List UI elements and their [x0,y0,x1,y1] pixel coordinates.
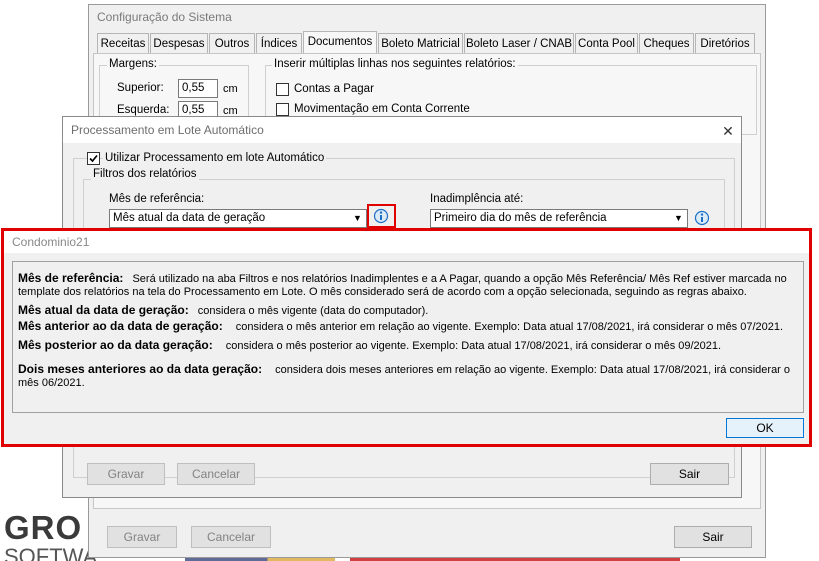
logo-text-main: GRO [4,509,83,546]
help-opt1-text: considera o mês vigente (data do computa… [197,305,429,317]
left-margin-label: Esquerda: [117,104,170,116]
ref-month-value: Mês atual da data de geração [113,212,266,224]
chevron-down-icon[interactable]: ▼ [350,211,365,226]
multi-lines-label: Inserir múltiplas linhas nos seguintes r… [272,58,518,71]
logo-text-sub: SOFTWA [4,546,98,561]
help-opt2-heading: Mês anterior ao da data de geração: [18,319,223,333]
help-dialog-title: Condominio21 [4,231,809,253]
config-cancel-button[interactable]: Cancelar [191,526,271,548]
tab-boleto-laser-cnab[interactable]: Boleto Laser / CNAB [464,33,574,53]
batch-save-button[interactable]: Gravar [87,463,165,485]
tab-receitas[interactable]: Receitas [97,33,149,53]
tab-cheques[interactable]: Cheques [639,33,694,53]
help-opt3-text: considera o mês posterior ao vigente. Ex… [225,340,722,352]
tab-diretorios[interactable]: Diretórios [695,33,755,53]
top-margin-input[interactable]: 0,55 [178,79,218,98]
info-icon[interactable] [694,210,710,226]
checking-account-checkbox[interactable] [276,103,289,116]
help-opt4-text-2: mês 06/2021. [18,377,85,389]
close-icon[interactable]: ✕ [718,121,738,141]
help-opt2-text: considera o mês anterior em relação ao v… [235,321,784,333]
tab-conta-pool[interactable]: Conta Pool [575,33,638,53]
tab-outros[interactable]: Outros [209,33,255,53]
info-icon[interactable] [367,204,396,228]
margins-label: Margens: [107,58,159,71]
use-batch-checkbox[interactable] [87,152,100,165]
checking-account-label: Movimentação em Conta Corrente [294,103,470,115]
accounts-payable-checkbox[interactable] [276,83,289,96]
filters-label: Filtros dos relatórios [91,168,199,181]
help-ref-month-heading: Mês de referência: [18,271,124,285]
default-until-label: Inadimplência até: [430,193,524,205]
accounts-payable-label: Contas a Pagar [294,83,374,95]
tab-indices[interactable]: Índices [256,33,302,53]
help-ok-button[interactable]: OK [726,418,804,438]
config-window-title: Configuração do Sistema [89,5,765,29]
checkmark-icon [89,154,98,163]
top-margin-label: Superior: [117,82,164,94]
help-opt3-heading: Mês posterior ao da data geração: [18,338,213,352]
help-dialog: Condominio21 Mês de referência: Será uti… [4,231,809,444]
batch-exit-button[interactable]: Sair [650,463,729,485]
default-until-value: Primeiro dia do mês de referência [434,212,607,224]
use-batch-label: Utilizar Processamento em lote Automátic… [103,152,327,165]
config-save-button[interactable]: Gravar [107,526,177,548]
help-opt1-heading: Mês atual da data de geração: [18,303,189,317]
ref-month-select[interactable]: Mês atual da data de geração ▼ [109,209,367,228]
batch-window-title: Processamento em Lote Automático [63,117,741,143]
tab-documentos[interactable]: Documentos [303,31,377,54]
tab-despesas[interactable]: Despesas [150,33,208,53]
tab-boleto-matricial[interactable]: Boleto Matricial [378,33,463,53]
default-until-select[interactable]: Primeiro dia do mês de referência ▼ [430,209,688,228]
top-margin-unit: cm [223,83,238,95]
help-ref-month-text-1: Será utilizado na aba Filtros e nos rela… [132,273,787,285]
help-ref-month-text-2: template dos relatórios na tela do Proce… [18,286,747,298]
config-exit-button[interactable]: Sair [674,526,752,548]
chevron-down-icon[interactable]: ▼ [671,211,686,226]
ref-month-label: Mês de referência: [109,193,205,205]
help-opt4-text-1: considera dois meses anteriores em relaç… [275,364,791,376]
batch-cancel-button[interactable]: Cancelar [177,463,255,485]
help-opt4-heading: Dois meses anteriores ao da data geração… [18,362,263,376]
